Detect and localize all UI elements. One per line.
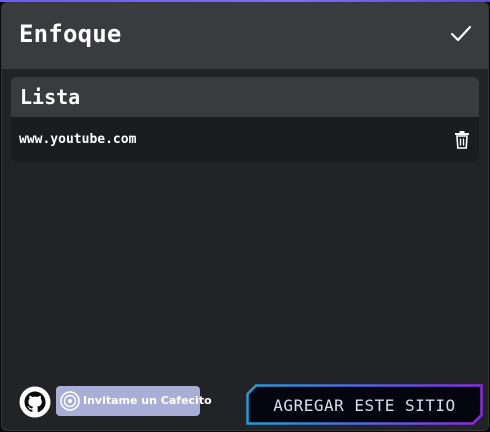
cafecito-label: Invitame un Cafecito [83, 394, 212, 407]
site-list: Lista www.youtube.com [11, 77, 479, 162]
page-title: Enfoque [19, 20, 122, 48]
popup-panel: Enfoque Lista www.youtube.com [1, 2, 489, 431]
list-item: www.youtube.com [11, 117, 479, 162]
add-site-button[interactable]: AGREGAR ESTE SITIO [246, 384, 483, 425]
list-title: Lista [20, 85, 81, 109]
cafecito-button[interactable]: Invitame un Cafecito [56, 386, 212, 416]
coffee-cup-icon [60, 391, 80, 411]
list-header: Lista [11, 77, 479, 117]
github-icon[interactable] [19, 386, 51, 418]
site-url: www.youtube.com [19, 132, 137, 147]
check-icon[interactable] [450, 23, 472, 45]
header: Enfoque [2, 3, 488, 69]
add-site-label: AGREGAR ESTE SITIO [273, 396, 456, 415]
trash-icon[interactable] [454, 131, 470, 149]
